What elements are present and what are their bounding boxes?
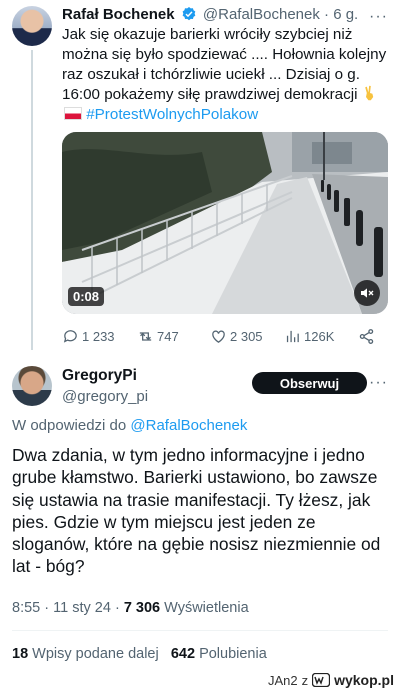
divider xyxy=(12,630,388,631)
reply-stats: 18 Wpisy podane dalej 642 Polubienia xyxy=(12,646,267,662)
reply-author-name[interactable]: GregoryPi xyxy=(62,367,137,385)
tweet-body: Jak się okazuje barierki wróciły szybcie… xyxy=(62,26,387,103)
victory-hand-emoji-icon xyxy=(364,85,373,101)
reply-time[interactable]: 8:55 xyxy=(12,600,40,616)
author-handle[interactable]: @RafalBochenek xyxy=(203,6,320,23)
in-reply-to: W odpowiedzi do @RafalBochenek xyxy=(12,417,247,434)
tweet-text: Jak się okazuje barierki wróciły szybcie… xyxy=(62,25,392,125)
like-action[interactable]: 2 305 xyxy=(210,326,263,346)
reply-views-label: Wyświetlenia xyxy=(164,600,249,616)
in-reply-handle-link[interactable]: @RafalBochenek xyxy=(130,417,247,434)
share-icon xyxy=(359,328,374,344)
retweet-count: 747 xyxy=(157,328,179,344)
watermark-site: wykop.pl xyxy=(334,672,394,688)
reply-icon xyxy=(63,329,77,343)
reply-count: 1 233 xyxy=(82,328,115,344)
reply-action[interactable]: 1 233 xyxy=(62,326,115,346)
reply-views-count: 7 306 xyxy=(123,600,161,616)
views-count: 126K xyxy=(304,328,335,344)
retweets-count[interactable]: 18 xyxy=(12,646,28,662)
more-options-icon[interactable]: ··· xyxy=(369,8,388,26)
follow-button[interactable]: Obserwuj xyxy=(252,372,367,394)
reply-date[interactable]: 11 sty 24 xyxy=(53,600,111,616)
views-action[interactable]: 126K xyxy=(284,326,334,346)
reply-author-avatar[interactable] xyxy=(12,366,52,406)
thread-line xyxy=(31,50,33,350)
views-chart-icon xyxy=(286,330,299,342)
tweet-actions: 1 233 747 2 305 126K xyxy=(62,326,382,346)
separator-dot: · xyxy=(114,600,120,616)
retweet-action[interactable]: 747 xyxy=(137,326,179,346)
watermark-prefix: z xyxy=(301,672,309,688)
author-name[interactable]: Rafał Bochenek xyxy=(62,6,175,23)
wykop-logo-icon xyxy=(312,673,331,687)
heart-icon xyxy=(212,330,225,343)
watermark-user: JAn2 xyxy=(267,672,298,688)
tweet-time[interactable]: 6 g. xyxy=(333,6,358,23)
reply-more-options-icon[interactable]: ··· xyxy=(369,374,388,392)
video-duration: 0:08 xyxy=(68,287,105,306)
mute-button[interactable] xyxy=(354,280,380,306)
poland-flag-emoji-icon xyxy=(64,107,82,120)
parent-tweet[interactable]: Rafał Bochenek @RafalBochenek · 6 g. ···… xyxy=(0,0,400,360)
hashtag-link[interactable]: #ProtestWolnychPolakow xyxy=(86,106,258,123)
retweet-icon xyxy=(139,331,152,341)
share-action[interactable] xyxy=(358,326,375,346)
likes-label[interactable]: Polubienia xyxy=(199,646,267,662)
reply-meta: 8:55 · 11 sty 24 · 7 306 Wyświetlenia xyxy=(12,600,249,616)
tweet-header: Rafał Bochenek @RafalBochenek · 6 g. xyxy=(62,6,358,23)
video-frame xyxy=(62,132,388,314)
separator-dot: · xyxy=(324,6,330,23)
video-player[interactable]: 0:08 xyxy=(62,132,388,314)
in-reply-prefix: W odpowiedzi do xyxy=(12,417,127,434)
separator-dot: · xyxy=(44,600,50,616)
speaker-muted-icon xyxy=(361,288,374,298)
like-count: 2 305 xyxy=(230,328,263,344)
verified-badge-icon xyxy=(182,7,196,21)
reply-author-handle[interactable]: @gregory_pi xyxy=(62,388,148,405)
retweets-label[interactable]: Wpisy podane dalej xyxy=(32,646,159,662)
author-avatar[interactable] xyxy=(12,6,52,46)
wykop-watermark: JAn2 z wykop.pl xyxy=(268,670,394,690)
reply-text: Dwa zdania, w tym jedno informacyjne i j… xyxy=(12,445,381,577)
likes-count[interactable]: 642 xyxy=(171,646,195,662)
